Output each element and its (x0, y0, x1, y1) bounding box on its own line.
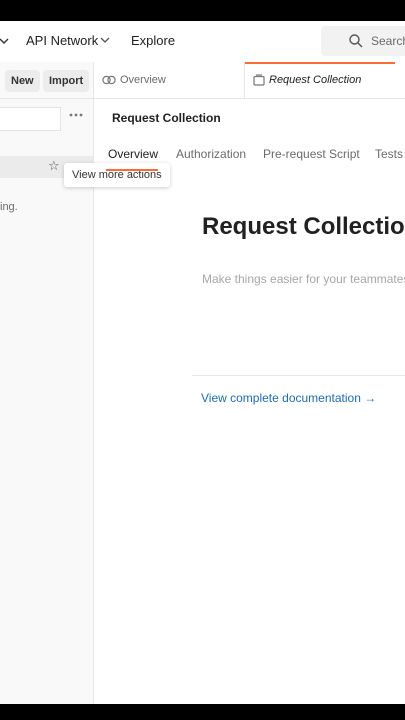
subtab-authorization[interactable]: Authorization (176, 147, 246, 161)
search-placeholder: Search (371, 34, 405, 48)
app-window: API Network Explore Search New Import ☆ (0, 21, 405, 704)
api-network-menu[interactable]: API Network (26, 33, 98, 48)
explore-link[interactable]: Explore (131, 33, 175, 48)
description-placeholder[interactable]: Make things easier for your teammates (202, 272, 405, 286)
overview-icon (102, 75, 116, 85)
divider (0, 98, 93, 99)
sidebar: New Import ☆ ing. (0, 62, 94, 704)
subtab-pre-request-script[interactable]: Pre-request Script (263, 147, 360, 161)
subtab-tests[interactable]: Tests (375, 147, 403, 161)
import-button[interactable]: Import (43, 70, 90, 92)
tab-label: Request Collection (269, 74, 362, 86)
chevron-down-icon[interactable] (0, 34, 10, 48)
view-documentation-link[interactable]: View complete documentation → (201, 391, 376, 405)
sidebar-partial-text: ing. (0, 201, 18, 213)
page-title: Request Collection (112, 111, 221, 125)
new-button[interactable]: New (5, 70, 40, 92)
star-icon[interactable]: ☆ (48, 158, 60, 174)
documentation-title: Request Collection (202, 213, 405, 240)
tab-label: Overview (120, 74, 166, 86)
top-navigation-bar: API Network Explore Search (0, 21, 405, 63)
tab-overview[interactable]: Overview (94, 62, 245, 98)
active-tab-indicator (106, 169, 158, 171)
subtab-overview[interactable]: Overview (108, 147, 158, 161)
search-input[interactable]: Search (321, 26, 405, 56)
tab-bar: Overview Request Collection (94, 62, 405, 99)
search-icon (349, 34, 363, 48)
collection-icon (253, 74, 265, 86)
more-options-icon[interactable] (69, 113, 83, 117)
sub-tabs: Overview Authorization Pre-request Scrip… (94, 135, 405, 171)
divider (192, 375, 405, 376)
filter-input[interactable] (0, 107, 61, 131)
tab-request-collection[interactable]: Request Collection (245, 62, 395, 98)
chevron-down-icon[interactable] (100, 37, 110, 45)
